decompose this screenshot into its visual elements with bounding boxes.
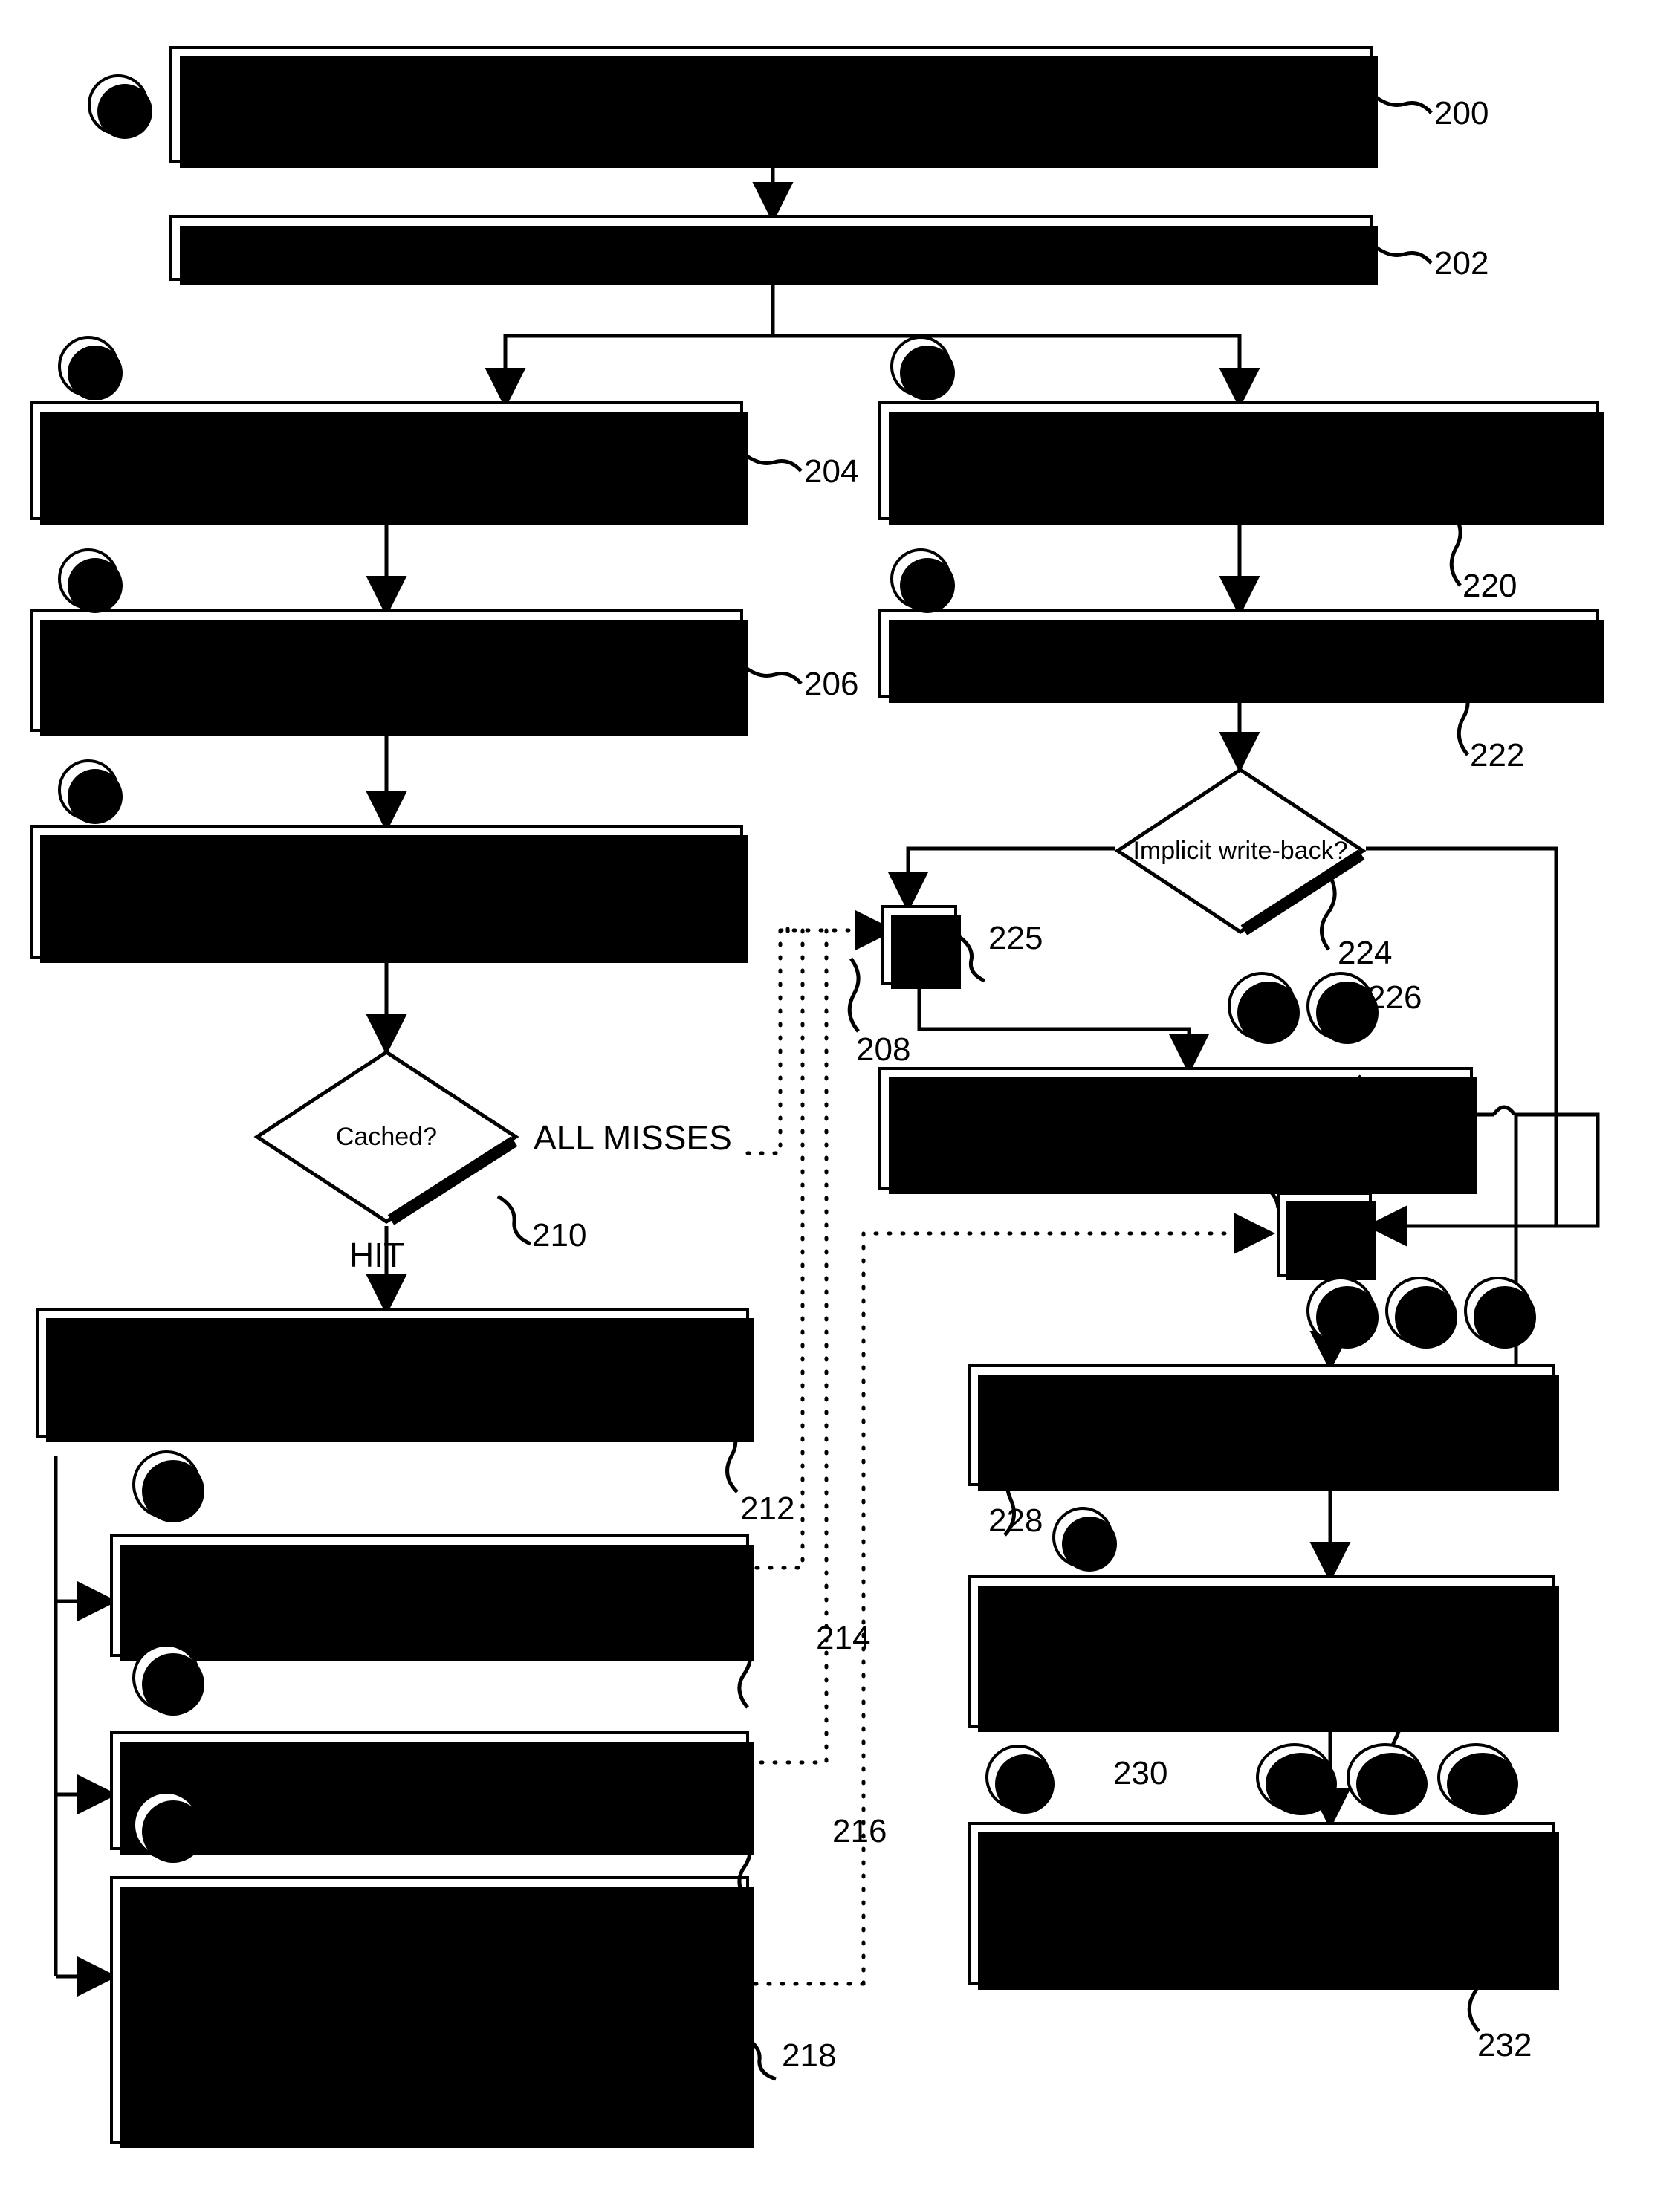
branch-tag-text: YES: [1297, 1219, 1352, 1249]
step-bubble-1: 1: [88, 74, 152, 139]
step-bubble-label: 9: [1075, 1523, 1090, 1551]
process-box-216: “(S)hared” state in multiple processors:…: [110, 1731, 754, 1855]
process-text: I/O agent completes atomic update; updat…: [1006, 1852, 1516, 1954]
process-text: Implicit write-back data returned to I/O…: [993, 1392, 1529, 1457]
step-bubble-8A: 8A: [1228, 972, 1300, 1044]
step-bubble-3: 3: [58, 548, 123, 613]
process-box-230: Issue atomic lock on the address in an o…: [968, 1575, 1559, 1732]
ref-numeral-220: 220: [1462, 568, 1517, 604]
process-box-202: A-unit decodes transaction and forks tra…: [169, 215, 1378, 285]
ref-numeral-222: 222: [1470, 737, 1525, 773]
process-box-228: Implicit write-back data returned to I/O…: [968, 1364, 1559, 1491]
process-text: “(E)xclusive” state: Processor relinquis…: [132, 1563, 727, 1628]
step-bubble-11A: 11A: [1256, 1743, 1337, 1815]
step-bubble-7C: 7C: [132, 1791, 204, 1863]
ref-numeral-228: 228: [988, 1502, 1043, 1539]
ref-numeral-227: 227: [1104, 1162, 1159, 1199]
process-box-208: All processor agents on the FSB perform …: [30, 825, 748, 963]
ref-numeral-212: 212: [740, 1491, 795, 1527]
decision-implicit-writeback: Implicit write-back?: [1113, 765, 1367, 936]
process-text: “(M)odified” state: processor relinquish…: [132, 1940, 728, 2079]
step-bubble-label: 8A: [1246, 992, 1277, 1019]
process-text: A-unit injects an inbound read transacti…: [920, 427, 1558, 493]
ref-numeral-226: 226: [1367, 979, 1422, 1016]
step-bubble-11C: 11C: [1437, 1743, 1518, 1815]
diamond-shape: [253, 1050, 519, 1225]
step-bubble-10: 10: [985, 1745, 1055, 1814]
process-box-204: A-unit injects an inbound write transact…: [30, 401, 748, 525]
step-bubble-label: 8E: [1483, 1297, 1514, 1324]
step-bubble-label: 8C: [1324, 1297, 1357, 1324]
step-bubble-8E: 8E: [1464, 1277, 1536, 1349]
ref-numeral-206: 206: [804, 666, 859, 702]
process-text: A-unit injects an inbound write transact…: [53, 427, 720, 493]
ref-numeral-230: 230: [1113, 1755, 1168, 1791]
step-bubble-11B: 11B: [1347, 1743, 1428, 1815]
process-text: I/O agent issues an inbound coherent ato…: [210, 71, 1332, 137]
step-bubble-label: 7A: [151, 1470, 182, 1498]
process-box-218: “(M)odified” state: processor relinquish…: [110, 1876, 754, 2148]
edge-label-all-misses: ALL MISSES: [534, 1118, 732, 1157]
process-text: DRAM interface unit reads data from DRAM: [993, 639, 1485, 668]
ref-numeral-200: 200: [1434, 95, 1489, 132]
process-text: Issue atomic lock on the address in an o…: [1001, 1600, 1521, 1702]
step-bubble-label: 3: [81, 565, 96, 592]
ref-numeral-202: 202: [1434, 245, 1489, 282]
process-text: BRIL transaction forces processor that o…: [94, 1340, 691, 1405]
process-text: All processor agents on the FSB perform …: [59, 858, 714, 924]
step-bubble-label: 10: [1004, 1763, 1032, 1791]
diamond-shape: [1114, 768, 1367, 935]
process-box-212: BRIL transaction forces processor that o…: [36, 1308, 754, 1442]
branch-tag-yes: YES: [1277, 1192, 1376, 1280]
ref-numeral-218: 218: [782, 2037, 837, 2074]
step-bubble-label: 7B: [151, 1664, 182, 1691]
step-bubble-8D: 8D: [1385, 1277, 1457, 1349]
step-bubble-label: 1: [111, 91, 126, 118]
step-bubble-label: 11B: [1364, 1763, 1407, 1791]
process-box-214: “(E)xclusive” state: Processor relinquis…: [110, 1534, 754, 1661]
process-box-206: H-unit drives a bus-read-and-invalidate …: [30, 609, 748, 736]
process-text: “(S)hared” state in multiple processors:…: [130, 1757, 729, 1823]
step-bubble-6: 6: [890, 548, 955, 613]
ref-numeral-204: 204: [804, 453, 859, 490]
step-bubble-4: 4: [58, 759, 123, 824]
process-box-220: A-unit injects an inbound read transacti…: [878, 401, 1604, 525]
process-text: DRAM interface unit returns DRAM data to…: [900, 1095, 1451, 1161]
step-bubble-label: 8B: [1325, 992, 1356, 1019]
process-box-222: DRAM interface unit reads data from DRAM: [878, 609, 1604, 703]
decision-cached: Cached?: [253, 1048, 520, 1226]
step-bubble-label: 2: [81, 352, 96, 380]
step-bubble-label: 7C: [150, 1811, 183, 1838]
step-bubble-9: 9: [1052, 1507, 1117, 1572]
figure-canvas: I/O agent issues an inbound coherent ato…: [0, 0, 1678, 2212]
edge-label-hit: HIT: [349, 1236, 405, 1274]
step-bubble-7B: 7B: [132, 1644, 204, 1716]
ref-numeral-214: 214: [816, 1620, 871, 1656]
step-bubble-label: 8D: [1403, 1297, 1436, 1324]
step-bubble-label: 11C: [1454, 1763, 1498, 1791]
step-bubble-label: 11A: [1273, 1763, 1316, 1791]
ref-numeral-225: 225: [988, 920, 1043, 956]
process-box-226: DRAM interface unit returns DRAM data to…: [878, 1067, 1477, 1194]
step-bubble-label: 6: [913, 565, 928, 592]
process-box-200: I/O agent issues an inbound coherent ato…: [169, 46, 1378, 168]
ref-numeral-208: 208: [856, 1031, 911, 1068]
step-bubble-8B: 8B: [1306, 972, 1379, 1044]
process-text: H-unit drives a bus-read-and-invalidate …: [45, 638, 728, 703]
step-bubble-2: 2: [58, 336, 123, 400]
step-bubble-8C: 8C: [1306, 1277, 1379, 1349]
process-box-232: I/O agent completes atomic update; updat…: [968, 1822, 1559, 1990]
branch-tag-text: NO: [899, 930, 939, 960]
process-text: A-unit decodes transaction and forks tra…: [304, 233, 1239, 262]
step-bubble-5: 5: [890, 336, 955, 400]
ref-numeral-210: 210: [532, 1217, 587, 1253]
step-bubble-label: 4: [81, 776, 96, 803]
step-bubble-7A: 7A: [132, 1450, 204, 1522]
step-bubble-label: 5: [913, 352, 928, 380]
branch-tag-no: NO: [881, 905, 961, 989]
ref-numeral-224: 224: [1338, 935, 1393, 971]
ref-numeral-232: 232: [1477, 2027, 1532, 2063]
ref-numeral-216: 216: [832, 1813, 887, 1849]
